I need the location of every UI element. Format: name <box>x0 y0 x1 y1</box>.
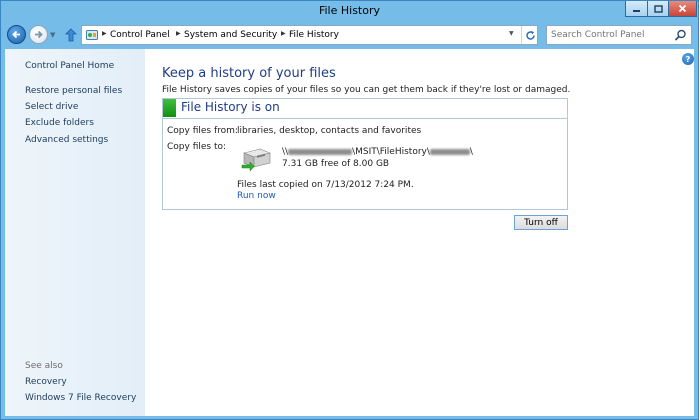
status-panel: File History is on Copy files from: libr… <box>162 98 568 210</box>
windows7-file-recovery-link[interactable]: Windows 7 File Recovery <box>25 393 136 403</box>
copy-to-label: Copy files to: <box>167 142 227 152</box>
breadcrumb-separator: ▶ <box>281 30 286 37</box>
status-text: File History is on <box>181 100 280 114</box>
maximize-button[interactable] <box>647 1 668 17</box>
status-indicator <box>163 99 176 117</box>
address-bar[interactable]: ▶ Control Panel ▶ System and Security ▶ … <box>81 25 538 45</box>
recent-locations-dropdown[interactable]: ▼ <box>50 31 57 39</box>
help-icon[interactable]: ? <box>682 53 694 65</box>
breadcrumb-separator: ▶ <box>176 30 181 37</box>
content-area: Control Panel Home Restore personal file… <box>5 49 694 416</box>
search-box[interactable] <box>546 25 692 45</box>
turn-off-button[interactable]: Turn off <box>514 215 568 230</box>
copy-from-value: libraries, desktop, contacts and favorit… <box>237 126 422 136</box>
window-title: File History <box>318 4 381 17</box>
breadcrumb-system-security[interactable]: System and Security <box>184 30 277 40</box>
breadcrumb-control-panel[interactable]: Control Panel <box>110 30 170 40</box>
breadcrumb-file-history[interactable]: File History <box>289 30 339 40</box>
breadcrumb-separator: ▶ <box>102 30 107 37</box>
window: File History ▼ ▶ Control Panel ▶ System … <box>0 0 699 420</box>
task-pane: Control Panel Home Restore personal file… <box>5 49 145 416</box>
refresh-button[interactable] <box>521 26 538 44</box>
address-dropdown[interactable]: ▼ <box>509 30 514 37</box>
last-copied-text: Files last copied on 7/13/2012 7:24 PM. <box>237 180 414 190</box>
path-visible-text: MSIT\FileHistory\ <box>355 147 430 157</box>
free-space: 7.31 GB free of 8.00 GB <box>282 159 390 169</box>
copy-from-label: Copy files from: <box>167 126 238 136</box>
page-description: File History saves copies of your files … <box>162 85 571 95</box>
close-button[interactable] <box>668 1 697 17</box>
select-drive-link[interactable]: Select drive <box>25 102 78 112</box>
page-title: Keep a history of your files <box>162 66 336 81</box>
recovery-link[interactable]: Recovery <box>25 377 67 387</box>
search-icon[interactable] <box>674 29 687 42</box>
minimize-icon <box>633 9 640 12</box>
maximize-icon <box>653 4 663 13</box>
close-icon <box>678 4 687 13</box>
redacted-text <box>429 148 470 155</box>
title-bar[interactable]: File History <box>1 1 698 21</box>
run-now-link[interactable]: Run now <box>237 191 276 201</box>
back-button[interactable] <box>7 25 26 44</box>
up-button[interactable] <box>63 26 79 44</box>
exclude-folders-link[interactable]: Exclude folders <box>25 118 94 128</box>
navigation-bar: ▼ ▶ Control Panel ▶ System and Security … <box>5 23 694 47</box>
control-panel-home-link[interactable]: Control Panel Home <box>25 61 114 71</box>
target-drive-path: \\ \MSIT\FileHistory\ \ <box>282 147 473 157</box>
back-arrow-icon <box>12 30 20 39</box>
minimize-button[interactable] <box>625 1 647 17</box>
status-header: File History is on <box>163 99 567 119</box>
refresh-icon <box>525 30 535 40</box>
forward-button[interactable] <box>29 25 48 44</box>
see-also-label: See also <box>25 361 63 371</box>
forward-arrow-icon <box>35 30 43 39</box>
restore-personal-files-link[interactable]: Restore personal files <box>25 86 122 96</box>
search-input[interactable] <box>551 28 669 42</box>
up-arrow-icon <box>65 28 77 42</box>
redacted-text <box>288 148 353 155</box>
advanced-settings-link[interactable]: Advanced settings <box>25 135 108 145</box>
drive-icon <box>241 148 271 171</box>
control-panel-icon <box>86 30 98 40</box>
